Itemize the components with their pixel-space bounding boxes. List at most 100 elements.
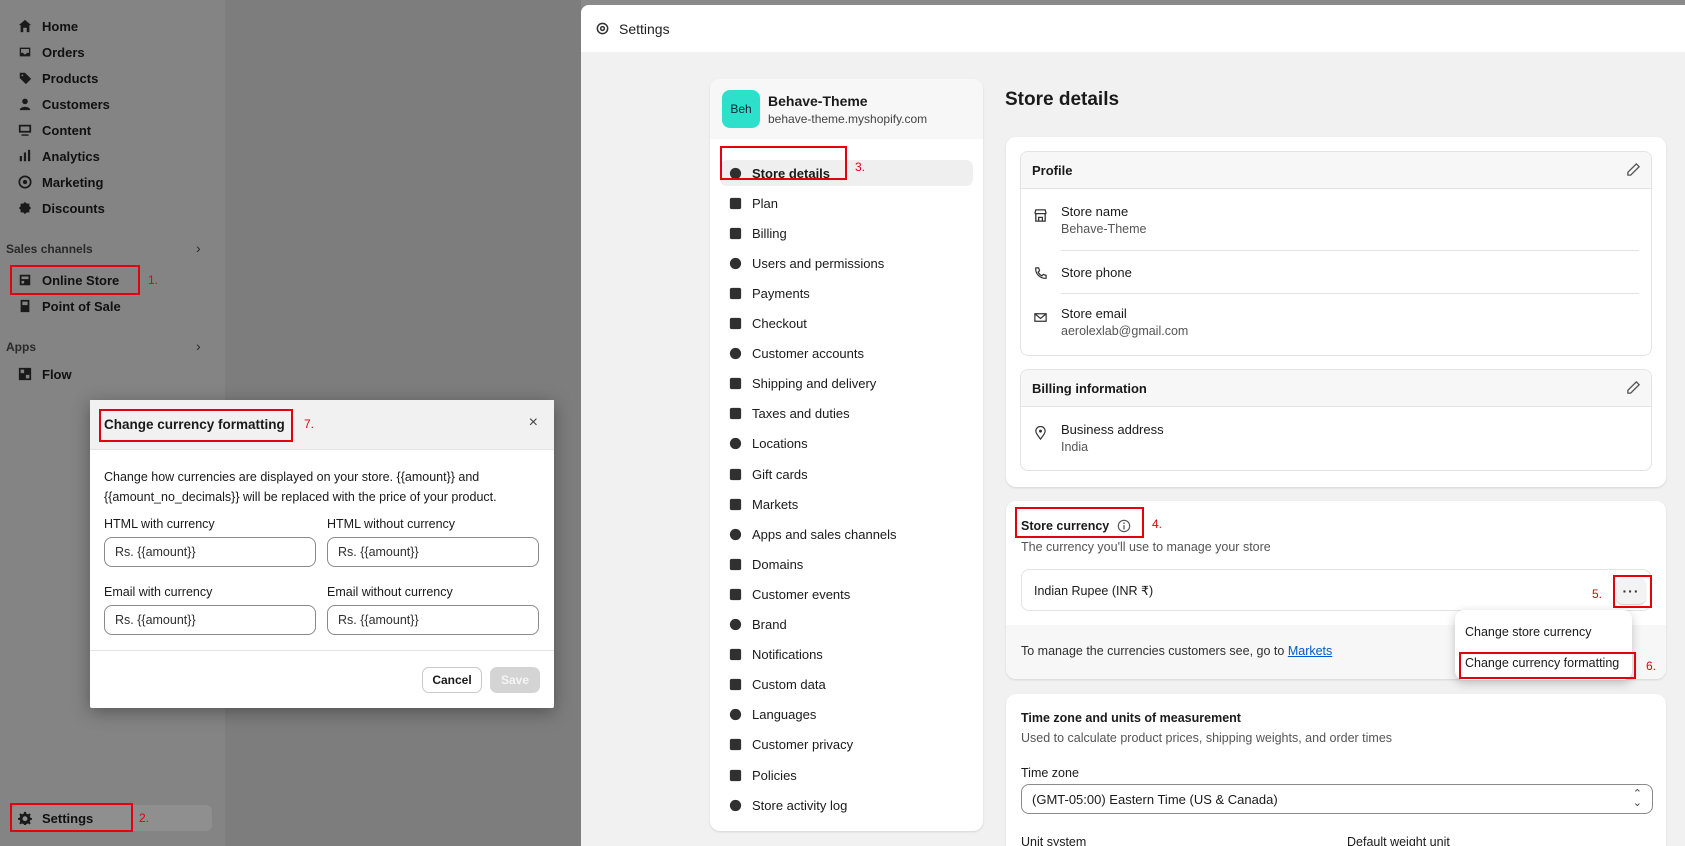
nav-analytics[interactable]: Analytics bbox=[12, 143, 212, 169]
email-icon bbox=[1034, 313, 1047, 322]
settings-nav-item[interactable]: Store activity log bbox=[720, 792, 973, 818]
gift-card-icon bbox=[729, 468, 742, 480]
pencil-icon[interactable] bbox=[1626, 380, 1641, 395]
store-domain: behave-theme.myshopify.com bbox=[768, 112, 928, 126]
nav-point-of-sale[interactable]: Point of Sale bbox=[12, 293, 212, 319]
email-with-currency-label: Email with currency bbox=[104, 585, 213, 599]
chevron-right-icon[interactable]: › bbox=[196, 240, 201, 256]
settings-nav-item[interactable]: Notifications bbox=[720, 642, 973, 668]
image-icon bbox=[18, 123, 32, 137]
settings-nav-item[interactable]: Languages bbox=[720, 702, 973, 728]
checkout-icon bbox=[729, 317, 742, 330]
annotation-box-online-store bbox=[10, 265, 140, 295]
save-button[interactable]: Save bbox=[490, 667, 540, 693]
activity-log-icon bbox=[729, 799, 742, 811]
apps-label: Apps bbox=[6, 340, 36, 354]
taxes-icon bbox=[729, 408, 742, 420]
settings-nav-item[interactable]: Customer events bbox=[720, 581, 973, 607]
email-with-currency-input[interactable] bbox=[104, 605, 316, 635]
currency-row: Indian Rupee (INR ₹) bbox=[1021, 569, 1651, 611]
store-name-value: Behave-Theme bbox=[1061, 222, 1147, 236]
plan-icon bbox=[729, 197, 742, 209]
window-title: Settings bbox=[619, 20, 670, 37]
annotation-box-modal-title bbox=[99, 409, 293, 442]
discount-icon bbox=[18, 201, 32, 215]
nav-discounts[interactable]: Discounts bbox=[12, 195, 212, 221]
settings-nav-item[interactable]: Custom data bbox=[720, 672, 973, 698]
bell-icon bbox=[729, 648, 742, 661]
phone-icon bbox=[1035, 267, 1047, 279]
nav-customers[interactable]: Customers bbox=[12, 91, 212, 117]
modal-footer-divider bbox=[90, 650, 554, 651]
nav-orders[interactable]: Orders bbox=[12, 39, 212, 65]
settings-nav-item[interactable]: Plan bbox=[720, 190, 973, 216]
nav-products[interactable]: Products bbox=[12, 65, 212, 91]
nav-content[interactable]: Content bbox=[12, 117, 212, 143]
domains-icon bbox=[729, 558, 742, 570]
settings-nav-item[interactable]: Markets bbox=[720, 491, 973, 517]
settings-nav-item[interactable]: Gift cards bbox=[720, 461, 973, 487]
annotation-box-change-formatting bbox=[1459, 652, 1636, 679]
select-arrows-icon: ⌃ ⌄ bbox=[1632, 788, 1642, 809]
cursor-icon bbox=[729, 588, 742, 601]
timezone-card: Time zone and units of measurement Used … bbox=[1006, 694, 1666, 846]
settings-nav-item[interactable]: Checkout bbox=[720, 311, 973, 337]
settings-nav-item[interactable]: Brand bbox=[720, 612, 973, 638]
nav-home[interactable]: Home bbox=[12, 13, 212, 39]
html-without-currency-input[interactable] bbox=[327, 537, 539, 567]
close-icon[interactable]: × bbox=[529, 414, 538, 432]
currency-value: Indian Rupee (INR ₹) bbox=[1034, 584, 1154, 598]
settings-nav-item[interactable]: Billing bbox=[720, 220, 973, 246]
customer-accounts-icon bbox=[729, 347, 742, 360]
settings-nav: Beh Behave-Theme behave-theme.myshopify.… bbox=[710, 79, 983, 831]
settings-nav-item[interactable]: Domains bbox=[720, 551, 973, 577]
page-title: Store details bbox=[1005, 89, 1120, 110]
apps-icon bbox=[729, 528, 742, 540]
store-name: Behave-Theme bbox=[768, 93, 868, 109]
store-email-row: Store email aerolexlab@gmail.com bbox=[1033, 306, 1639, 346]
store-header[interactable]: Beh Behave-Theme behave-theme.myshopify.… bbox=[710, 79, 983, 139]
globe-icon bbox=[729, 498, 742, 510]
store-email-label: Store email bbox=[1061, 306, 1127, 321]
step-label-3: 3. bbox=[855, 160, 866, 174]
store-avatar: Beh bbox=[722, 90, 760, 128]
email-without-currency-input[interactable] bbox=[327, 605, 539, 635]
tag-icon bbox=[18, 71, 32, 85]
settings-nav-item[interactable]: Apps and sales channels bbox=[720, 521, 973, 547]
markets-link[interactable]: Markets bbox=[1288, 644, 1332, 658]
store-email-value: aerolexlab@gmail.com bbox=[1061, 324, 1189, 338]
settings-nav-item[interactable]: Customer accounts bbox=[720, 341, 973, 367]
business-address-row: Business address India bbox=[1033, 422, 1639, 462]
pencil-icon[interactable] bbox=[1626, 162, 1641, 177]
chevron-right-icon[interactable]: › bbox=[196, 338, 201, 354]
divider bbox=[1061, 293, 1639, 294]
settings-nav-item[interactable]: Policies bbox=[720, 762, 973, 788]
cancel-button[interactable]: Cancel bbox=[422, 667, 482, 693]
gear-icon bbox=[596, 22, 609, 35]
annotation-box-store-details bbox=[720, 146, 847, 180]
settings-nav-item[interactable]: Shipping and delivery bbox=[720, 371, 973, 397]
change-currency-formatting-modal: Change currency formatting × Change how … bbox=[90, 400, 554, 708]
settings-nav-item[interactable]: Customer privacy bbox=[720, 732, 973, 758]
timezone-select[interactable]: (GMT-05:00) Eastern Time (US & Canada) ⌃… bbox=[1021, 784, 1653, 814]
nav-marketing[interactable]: Marketing bbox=[12, 169, 212, 195]
settings-nav-item[interactable]: Locations bbox=[720, 431, 973, 457]
billing-section: Billing information Business address Ind… bbox=[1020, 369, 1652, 471]
step-label-2: 2. bbox=[139, 811, 150, 825]
settings-window: Settings Beh Behave-Theme behave-theme.m… bbox=[581, 5, 1685, 846]
settings-nav-item[interactable]: Payments bbox=[720, 280, 973, 306]
settings-nav-item[interactable]: Taxes and duties bbox=[720, 401, 973, 427]
annotation-box-settings bbox=[10, 803, 133, 832]
inbox-icon bbox=[18, 45, 32, 59]
timezone-heading: Time zone and units of measurement bbox=[1021, 711, 1241, 725]
nav-flow[interactable]: Flow bbox=[12, 361, 212, 387]
billing-icon bbox=[729, 227, 742, 239]
email-without-currency-label: Email without currency bbox=[327, 585, 453, 599]
step-label-1: 1. bbox=[148, 273, 159, 287]
pos-icon bbox=[18, 299, 32, 313]
change-store-currency-item[interactable]: Change store currency bbox=[1465, 625, 1591, 639]
settings-nav-item[interactable]: Users and permissions bbox=[720, 250, 973, 276]
location-pin-icon bbox=[729, 438, 742, 450]
html-with-currency-input[interactable] bbox=[104, 537, 316, 567]
manage-currencies-text: To manage the currencies customers see, … bbox=[1021, 644, 1333, 658]
